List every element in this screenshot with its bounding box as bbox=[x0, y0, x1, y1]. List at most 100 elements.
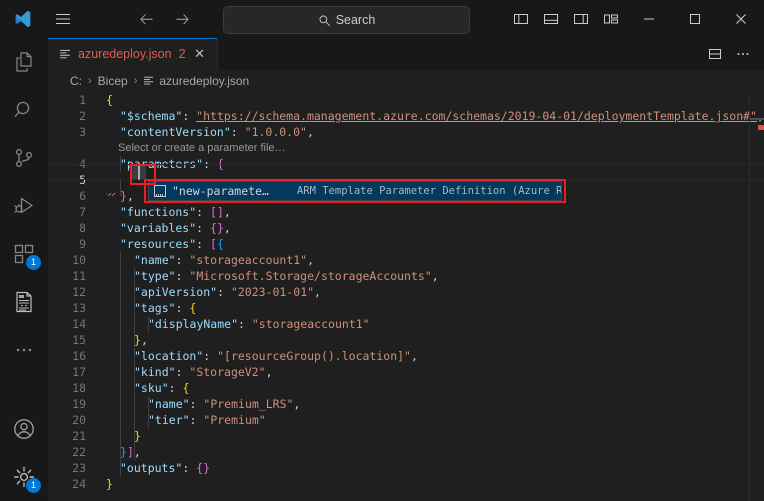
code-token: "StorageV2" bbox=[189, 365, 266, 379]
code-token: } bbox=[134, 333, 141, 347]
split-editor-icon[interactable] bbox=[702, 38, 728, 70]
code-line[interactable]: { bbox=[106, 92, 113, 108]
sidebar-item-extensions[interactable]: 1 bbox=[0, 230, 48, 278]
code-line[interactable]: } bbox=[106, 476, 113, 492]
code-token: } bbox=[106, 477, 113, 491]
go-back-icon[interactable] bbox=[132, 6, 160, 32]
breadcrumb-file-label: azuredeploy.json bbox=[159, 74, 250, 88]
sidebar-item-explorer[interactable] bbox=[0, 38, 48, 86]
sidebar-item-source-control[interactable] bbox=[0, 134, 48, 182]
tab-problem-count: 2 bbox=[178, 47, 186, 61]
breadcrumb-folder[interactable]: Bicep bbox=[98, 74, 128, 88]
code-token: "Microsoft.Storage/storageAccounts" bbox=[189, 269, 432, 283]
code-line[interactable]: "tags": { bbox=[134, 300, 196, 316]
overview-error-marker[interactable] bbox=[758, 125, 764, 130]
search-label: Search bbox=[335, 13, 376, 27]
code-token: : bbox=[196, 237, 211, 251]
code-line[interactable]: } bbox=[134, 428, 141, 444]
code-line[interactable]: "$schema": "https://schema.management.az… bbox=[120, 108, 764, 124]
error-squiggle bbox=[106, 193, 116, 196]
breadcrumb-separator-icon: › bbox=[88, 75, 92, 87]
code-token: "Premium" bbox=[203, 413, 266, 427]
activity-bar: 1 1 bbox=[0, 38, 49, 501]
code-line[interactable]: "name": "Premium_LRS", bbox=[148, 396, 300, 412]
breadcrumb-drive[interactable]: C: bbox=[70, 74, 82, 88]
code-editor[interactable]: 1 {2 "$schema": "https://schema.management… bbox=[48, 92, 764, 501]
close-window-button[interactable] bbox=[718, 0, 764, 38]
sidebar-item-additional-views[interactable] bbox=[0, 326, 48, 374]
code-token: : bbox=[189, 413, 204, 427]
tab-azuredeploy-json[interactable]: azuredeploy.json 2 ✕ bbox=[48, 38, 218, 70]
code-token: "2023-01-01" bbox=[230, 285, 315, 299]
layout-sidebar-left-icon[interactable] bbox=[506, 0, 536, 38]
code-line[interactable]: "outputs": {} bbox=[120, 460, 210, 476]
code-token: , bbox=[140, 333, 148, 347]
code-token: "name" bbox=[148, 397, 190, 411]
code-line[interactable]: "displayName": "storageaccount1" bbox=[148, 316, 370, 332]
scrollbar-thumb[interactable] bbox=[750, 118, 764, 120]
code-line[interactable]: }, bbox=[134, 332, 148, 348]
hamburger-menu-icon[interactable] bbox=[46, 0, 80, 38]
sidebar-item-manage-settings[interactable]: 1 bbox=[0, 453, 48, 501]
code-line[interactable]: "location": "[resourceGroup().location]"… bbox=[134, 348, 418, 364]
code-line[interactable]: }, bbox=[120, 188, 134, 204]
more-editor-actions-icon[interactable] bbox=[730, 38, 756, 70]
indent-guide bbox=[120, 252, 121, 476]
sidebar-item-search[interactable] bbox=[0, 86, 48, 134]
layout-customize-icon[interactable] bbox=[596, 0, 626, 38]
code-token: , bbox=[307, 253, 315, 267]
code-line[interactable]: "variables": {}, bbox=[120, 220, 231, 236]
breadcrumb-file[interactable]: azuredeploy.json bbox=[143, 74, 249, 88]
code-token: "1.0.0.0" bbox=[244, 125, 307, 139]
close-tab-icon[interactable]: ✕ bbox=[192, 46, 208, 62]
code-token: "type" bbox=[134, 269, 176, 283]
code-line[interactable]: "resources": [{ bbox=[120, 236, 224, 252]
command-center-search[interactable]: Search bbox=[223, 6, 470, 34]
json-file-icon bbox=[143, 75, 155, 87]
code-token: { bbox=[216, 237, 224, 251]
code-line[interactable]: "type": "Microsoft.Storage/storageAccoun… bbox=[134, 268, 439, 284]
code-token: "apiVersion" bbox=[134, 285, 218, 299]
breadcrumb-drive-label: C: bbox=[70, 74, 82, 88]
sidebar-item-azure-resource-manager-tools[interactable] bbox=[0, 278, 48, 326]
code-token: "storageaccount1" bbox=[189, 253, 308, 267]
breadcrumb-separator-icon-2: › bbox=[133, 75, 138, 87]
breadcrumb: C: › Bicep › azuredeploy.json bbox=[48, 70, 764, 92]
maximize-window-button[interactable] bbox=[672, 0, 718, 38]
suggestion-widget[interactable]: "new-paramete… ARM Template Parameter De… bbox=[148, 181, 562, 201]
code-token: : bbox=[238, 317, 252, 331]
layout-sidebar-right-icon[interactable] bbox=[566, 0, 596, 38]
code-token: , bbox=[314, 285, 321, 299]
go-forward-icon[interactable] bbox=[168, 6, 196, 32]
code-line[interactable]: "contentVersion": "1.0.0.0", bbox=[120, 124, 314, 140]
code-line[interactable]: "functions": [], bbox=[120, 204, 231, 220]
code-token: : bbox=[196, 221, 211, 235]
overview-ruler[interactable] bbox=[750, 92, 764, 501]
code-line[interactable]: "name": "storageaccount1", bbox=[134, 252, 314, 268]
extensions-badge: 1 bbox=[26, 255, 41, 270]
code-line[interactable]: "tier": "Premium" bbox=[148, 412, 266, 428]
tab-label: azuredeploy.json bbox=[78, 47, 172, 61]
line-number: 24 bbox=[72, 477, 86, 491]
sidebar-item-accounts[interactable] bbox=[0, 405, 48, 453]
code-line[interactable]: "kind": "StorageV2", bbox=[134, 364, 273, 380]
code-token: , bbox=[223, 221, 231, 235]
code-token: : bbox=[217, 285, 231, 299]
layout-panel-icon[interactable] bbox=[536, 0, 566, 38]
sidebar-item-run-and-debug[interactable] bbox=[0, 182, 48, 230]
line-number: 8 bbox=[79, 221, 86, 235]
code-line[interactable]: "apiVersion": "2023-01-01", bbox=[134, 284, 321, 300]
code-token: , bbox=[410, 349, 418, 363]
line-number: 10 bbox=[72, 253, 86, 267]
line-number: 14 bbox=[72, 317, 86, 331]
code-line[interactable]: "sku": { bbox=[134, 380, 189, 396]
line-number: 22 bbox=[72, 445, 86, 459]
code-token: "name" bbox=[134, 253, 176, 267]
activity-bar-bottom: 1 bbox=[0, 405, 48, 501]
codelens-parameter-file[interactable]: Select or create a parameter file… bbox=[118, 140, 286, 156]
suggestion-item-new-parameter[interactable]: "new-paramete… ARM Template Parameter De… bbox=[149, 182, 561, 200]
code-token: "kind" bbox=[134, 365, 176, 379]
minimize-window-button[interactable] bbox=[626, 0, 672, 38]
code-line[interactable]: }], bbox=[120, 444, 141, 460]
code-token: } bbox=[134, 429, 141, 443]
